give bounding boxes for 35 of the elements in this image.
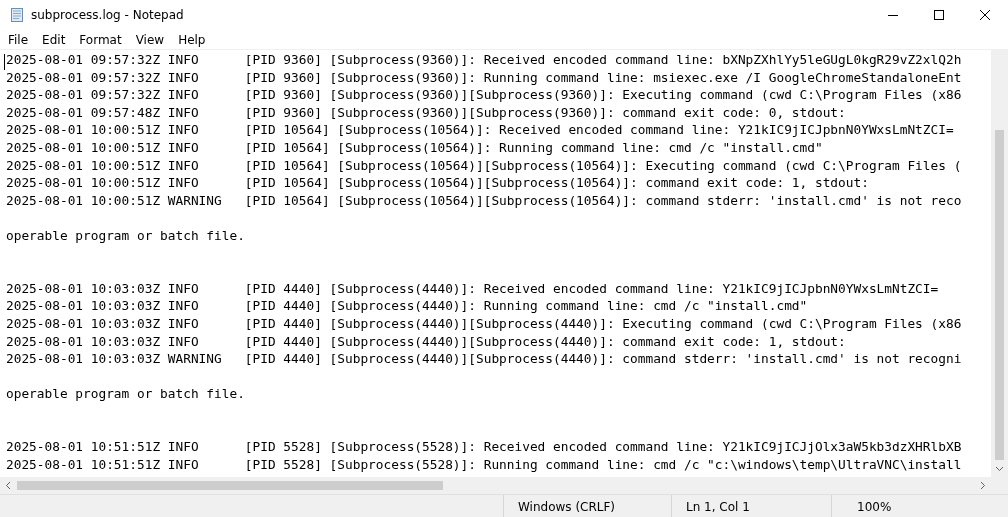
menu-item[interactable]: Edit — [35, 30, 73, 49]
window-title: subprocess.log - Notepad — [31, 8, 185, 22]
cursor-position: Ln 1, Col 1 — [671, 495, 831, 517]
log-line: operable program or batch file. — [6, 226, 245, 245]
text-cursor — [4, 54, 5, 70]
close-icon — [980, 10, 990, 20]
log-line: 2025-08-01 10:00:51Z WARNING [PID 10564] [Subprocess(10564)][Subprocess(10564)]: command stderr: 'install.cmd' is not reco — [6, 191, 962, 210]
log-line: 2025-08-01 10:03:03Z INFO [PID 4440] [Subprocess(4440)]: Running command line: cmd /c "install.cmd" — [6, 297, 808, 315]
menu-item[interactable]: Format — [72, 30, 129, 49]
log-line: 2025-08-01 10:00:51Z INFO [PID 10564] [Subprocess(10564)][Subprocess(10564)]: Executing command (cwd C:\Program Files ( — [6, 156, 962, 175]
log-line: 2025-08-01 10:00:51Z INFO [PID 10564] [Subprocess(10564)][Subprocess(10564)]: command exit code: 1, stdout: — [6, 174, 869, 192]
log-line: 2025-08-01 09:57:48Z INFO [PID 9360] [Subprocess(9360)][Subprocess(9360)]: command exit code: 0, stdout: — [6, 103, 846, 122]
log-line: 2025-08-01 09:57:32Z INFO [PID 9360] [Subprocess(9360)]: Running command line: msiexec.exe /I GoogleChromeStandaloneEnt — [6, 68, 962, 87]
log-line: operable program or batch file. — [6, 385, 245, 403]
horizontal-scrollbar[interactable] — [0, 477, 991, 494]
scrollbar-thumb[interactable] — [17, 481, 443, 490]
scrollbar-thumb[interactable] — [995, 130, 1004, 460]
menu-item[interactable]: View — [128, 30, 172, 49]
log-line: 2025-08-01 09:57:32Z INFO [PID 9360] [Subprocess(9360)]: Received encoded command line: bXNpZXhlYy5leGUgL0kgR29vZ2xlQ2h — [6, 51, 962, 69]
log-line: 2025-08-01 10:03:03Z INFO [PID 4440] [Subprocess(4440)][Subprocess(4440)]: command exit code: 1, stdout: — [6, 332, 846, 351]
zoom-level: 100% — [831, 495, 1008, 517]
log-line: 2025-08-01 10:03:03Z INFO [PID 4440] [Subprocess(4440)]: Received encoded command line: Y21kIC9jICJpbnN0YWxsLmNtZCI= — [6, 279, 939, 298]
vertical-scrollbar[interactable] — [991, 50, 1008, 477]
log-line: 2025-08-01 10:51:51Z INFO [PID 5528] [Subprocess(5528)]: Running command line: cmd /c "c:\windows\temp\UltraVNC\install — [6, 455, 962, 474]
log-line: 2025-08-01 10:00:51Z INFO [PID 10564] [Subprocess(10564)]: Running command line: cmd /c "install.cmd" — [6, 138, 823, 157]
menu-item[interactable]: Help — [171, 30, 213, 49]
line-ending: Windows (CRLF) — [503, 495, 671, 517]
notepad-icon — [9, 7, 25, 23]
menu-item[interactable]: File — [1, 30, 36, 49]
log-line: 2025-08-01 10:03:03Z WARNING [PID 4440] [Subprocess(4440)][Subprocess(4440)]: command stderr: 'install.cmd' is not recogni — [6, 350, 962, 368]
log-line: 2025-08-01 10:03:03Z INFO [PID 4440] [Subprocess(4440)][Subprocess(4440)]: Executing command (cwd C:\Program Files (x86 — [6, 314, 962, 333]
log-line: 2025-08-01 10:00:51Z INFO [PID 10564] [Subprocess(10564)]: Received encoded command line: Y21kIC9jICJpbnN0YWxsLmNtZCI= — [6, 121, 954, 139]
log-line: 2025-08-01 09:57:32Z INFO [PID 9360] [Subprocess(9360)][Subprocess(9360)]: Executing command (cwd C:\Program Files (x86 — [6, 86, 962, 104]
maximize-icon — [934, 10, 944, 20]
log-line: 2025-08-01 10:51:51Z INFO [PID 5528] [Subprocess(5528)]: Received encoded command line: Y21kIC9jICJjOlx3aW5kb3dzXHRlbXB — [6, 438, 962, 456]
